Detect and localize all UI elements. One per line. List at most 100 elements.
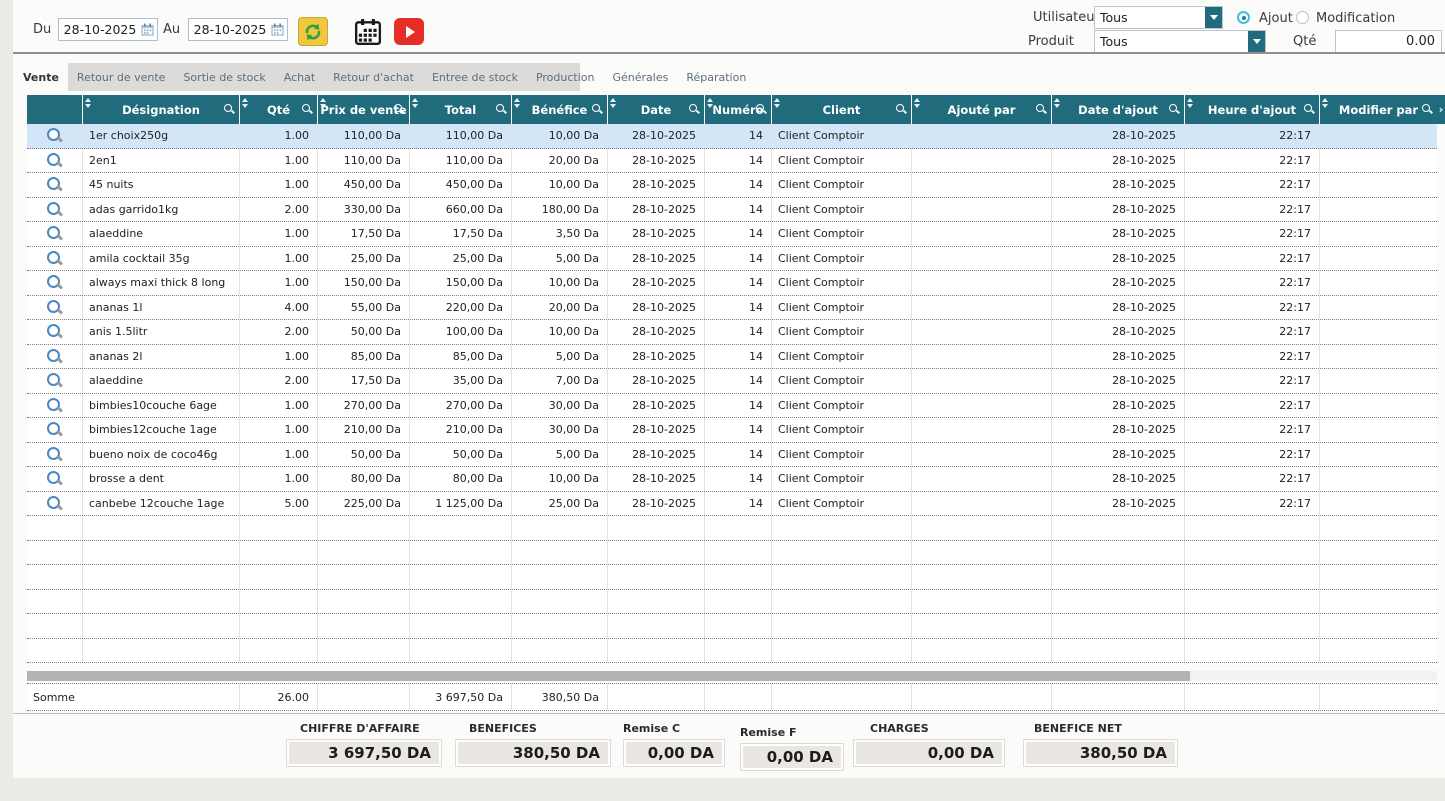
tab-r-paration[interactable]: Réparation: [677, 63, 755, 91]
sort-icons[interactable]: [320, 98, 326, 108]
horizontal-scrollbar[interactable]: [27, 671, 1437, 681]
table-row[interactable]: 45 nuits1.00450,00 Da450,00 Da10,00 Da28…: [27, 173, 1437, 198]
row-search-icon[interactable]: [46, 176, 63, 193]
table-row[interactable]: 2en11.00110,00 Da110,00 Da20,00 Da28-10-…: [27, 149, 1437, 174]
empty-row[interactable]: [27, 565, 1437, 590]
row-detail-cell[interactable]: [27, 467, 83, 491]
row-detail-cell[interactable]: [27, 247, 83, 271]
table-row[interactable]: alaeddine1.0017,50 Da17,50 Da3,50 Da28-1…: [27, 222, 1437, 247]
column-search-icon[interactable]: [394, 104, 405, 115]
table-row[interactable]: bimbies12couche 1age1.00210,00 Da210,00 …: [27, 418, 1437, 443]
tab-production[interactable]: Production: [527, 63, 604, 91]
table-row[interactable]: alaeddine2.0017,50 Da35,00 Da7,00 Da28-1…: [27, 369, 1437, 394]
row-search-icon[interactable]: [46, 250, 63, 267]
row-search-icon[interactable]: [46, 299, 63, 316]
sort-icons[interactable]: [1187, 98, 1193, 108]
row-detail-cell[interactable]: [27, 541, 83, 565]
row-detail-cell[interactable]: [27, 492, 83, 516]
row-detail-cell[interactable]: [27, 198, 83, 222]
column-header-prix_de_vente[interactable]: Prix de vente: [318, 95, 410, 124]
row-detail-cell[interactable]: [27, 443, 83, 467]
row-detail-cell[interactable]: [27, 614, 83, 638]
sort-icons[interactable]: [914, 98, 920, 108]
table-row[interactable]: amila cocktail 35g1.0025,00 Da25,00 Da5,…: [27, 247, 1437, 272]
sort-icons[interactable]: [514, 98, 520, 108]
column-header-benefice[interactable]: Bénéfice: [512, 95, 608, 124]
column-search-icon[interactable]: [224, 104, 235, 115]
sort-icons[interactable]: [412, 98, 418, 108]
column-header-ajoute_par[interactable]: Ajouté par: [912, 95, 1052, 124]
column-search-icon[interactable]: [1304, 104, 1315, 115]
sort-icons[interactable]: [1322, 98, 1328, 108]
tab-entree-de-stock[interactable]: Entree de stock: [423, 63, 527, 91]
column-search-icon[interactable]: [896, 104, 907, 115]
row-detail-cell[interactable]: [27, 271, 83, 295]
empty-row[interactable]: [27, 541, 1437, 566]
table-row[interactable]: bueno noix de coco46g1.0050,00 Da50,00 D…: [27, 443, 1437, 468]
column-header-total[interactable]: Total: [410, 95, 512, 124]
table-row[interactable]: 1er choix250g1.00110,00 Da110,00 Da10,00…: [27, 124, 1437, 149]
row-detail-cell[interactable]: [27, 418, 83, 442]
column-header-qte[interactable]: Qté: [240, 95, 318, 124]
ajout-radio[interactable]: [1237, 11, 1250, 24]
row-detail-cell[interactable]: [27, 590, 83, 614]
qte-input[interactable]: 0.00: [1335, 30, 1442, 53]
column-header-icon[interactable]: [27, 95, 83, 124]
row-search-icon[interactable]: [46, 274, 63, 291]
empty-row[interactable]: [27, 516, 1437, 541]
tab-sortie-de-stock[interactable]: Sortie de stock: [174, 63, 274, 91]
row-search-icon[interactable]: [46, 421, 63, 438]
date-picker-icon[interactable]: [271, 23, 284, 36]
date-from-input[interactable]: 28-10-2025: [58, 18, 158, 41]
table-row[interactable]: ananas 1l4.0055,00 Da220,00 Da20,00 Da28…: [27, 296, 1437, 321]
table-row[interactable]: brosse a dent1.0080,00 Da80,00 Da10,00 D…: [27, 467, 1437, 492]
column-search-icon[interactable]: [689, 104, 700, 115]
column-search-icon[interactable]: [756, 104, 767, 115]
modification-radio[interactable]: [1296, 11, 1309, 24]
column-search-icon[interactable]: [1169, 104, 1180, 115]
row-search-icon[interactable]: [46, 372, 63, 389]
row-detail-cell[interactable]: [27, 639, 83, 663]
row-detail-cell[interactable]: [27, 565, 83, 589]
row-detail-cell[interactable]: [27, 516, 83, 540]
column-search-icon[interactable]: [302, 104, 313, 115]
empty-row[interactable]: [27, 614, 1437, 639]
column-search-icon[interactable]: [1036, 104, 1047, 115]
row-detail-cell[interactable]: [27, 394, 83, 418]
row-search-icon[interactable]: [46, 225, 63, 242]
utilisateur-select[interactable]: Tous: [1094, 6, 1223, 29]
youtube-button[interactable]: [394, 18, 424, 45]
row-search-icon[interactable]: [46, 397, 63, 414]
column-search-icon[interactable]: [592, 104, 603, 115]
sort-icons[interactable]: [610, 98, 616, 108]
row-detail-cell[interactable]: [27, 173, 83, 197]
row-search-icon[interactable]: [46, 348, 63, 365]
row-detail-cell[interactable]: [27, 124, 83, 148]
row-search-icon[interactable]: [46, 152, 63, 169]
table-row[interactable]: canbebe 12couche 1age5.00225,00 Da1 125,…: [27, 492, 1437, 517]
table-row[interactable]: ananas 2l1.0085,00 Da85,00 Da5,00 Da28-1…: [27, 345, 1437, 370]
empty-row[interactable]: [27, 590, 1437, 615]
table-row[interactable]: anis 1.5litr2.0050,00 Da100,00 Da10,00 D…: [27, 320, 1437, 345]
sort-icons[interactable]: [1054, 98, 1060, 108]
column-header-date_ajout[interactable]: Date d'ajout: [1052, 95, 1185, 124]
scrollbar-thumb[interactable]: [27, 671, 1190, 681]
row-detail-cell[interactable]: [27, 345, 83, 369]
row-detail-cell[interactable]: [27, 222, 83, 246]
column-header-date[interactable]: Date: [608, 95, 705, 124]
empty-row[interactable]: [27, 639, 1437, 664]
row-detail-cell[interactable]: [27, 369, 83, 393]
date-picker-icon[interactable]: [141, 23, 154, 36]
row-search-icon[interactable]: [46, 470, 63, 487]
scroll-right-icon[interactable]: ›: [1437, 95, 1445, 124]
column-header-heure_ajout[interactable]: Heure d'ajout: [1185, 95, 1320, 124]
produit-select[interactable]: Tous: [1094, 30, 1266, 53]
sort-icons[interactable]: [85, 98, 91, 108]
row-detail-cell[interactable]: [27, 320, 83, 344]
table-row[interactable]: bimbies10couche 6age1.00270,00 Da270,00 …: [27, 394, 1437, 419]
chevron-down-icon[interactable]: [1248, 31, 1265, 52]
tab-vente[interactable]: Vente: [14, 63, 68, 91]
sort-icons[interactable]: [707, 98, 713, 108]
column-header-modifier_par[interactable]: Modifier par: [1320, 95, 1437, 124]
tab-retour-d-achat[interactable]: Retour d'achat: [324, 63, 423, 91]
